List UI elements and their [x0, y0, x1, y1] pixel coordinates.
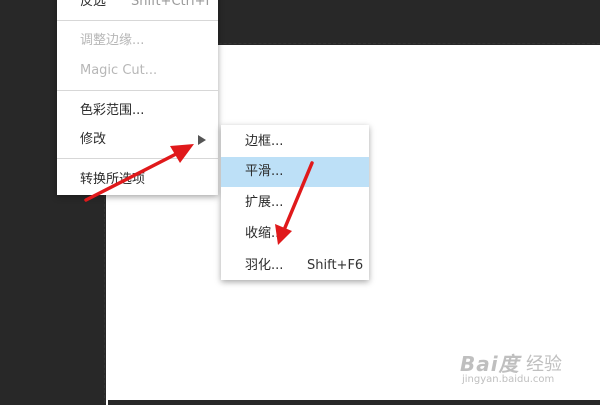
menu-item-shortcut: Shift+Ctrl+I — [131, 0, 210, 9]
watermark-suffix: 经验 — [526, 354, 562, 375]
menu-item-label: 扩展... — [245, 195, 284, 210]
menu-separator — [57, 20, 218, 21]
menu-item-label: 转换所选项 — [80, 172, 146, 187]
menu-separator — [57, 90, 218, 91]
menu-item-convert-selection[interactable]: 转换所选项 — [57, 166, 218, 194]
menu-item-label: 反选 — [80, 0, 107, 9]
select-menu: 反选 Shift+Ctrl+I 调整边缘... Magic Cut... 色彩范… — [57, 0, 218, 195]
submenu-arrow-icon — [198, 135, 206, 145]
menu-item-label: 修改 — [80, 132, 107, 147]
watermark: Bai度 经验 jingyan.baidu.com — [458, 348, 578, 388]
watermark-logo: Bai度 — [460, 352, 520, 376]
watermark-url: jingyan.baidu.com — [462, 374, 555, 385]
submenu-item-feather[interactable]: 羽化... Shift+F6 — [221, 251, 369, 281]
menu-item-inverse[interactable]: 反选 Shift+Ctrl+I — [57, 0, 218, 16]
menu-item-label: 边框... — [245, 134, 284, 149]
submenu-item-smooth[interactable]: 平滑... — [221, 157, 369, 187]
menu-item-magic-cut[interactable]: Magic Cut... — [57, 57, 218, 85]
menu-item-label: 色彩范围... — [80, 103, 145, 118]
submenu-item-contract[interactable]: 收缩... — [221, 219, 369, 249]
modify-submenu: 边框... 平滑... 扩展... 收缩... 羽化... Shift+F6 — [221, 125, 369, 280]
menu-item-label: 收缩... — [245, 226, 284, 241]
menu-separator — [57, 158, 218, 159]
menu-item-shortcut: Shift+F6 — [307, 258, 364, 273]
menu-item-label: 调整边缘... — [80, 33, 145, 48]
submenu-item-border[interactable]: 边框... — [221, 127, 369, 157]
submenu-item-expand[interactable]: 扩展... — [221, 188, 369, 218]
menu-item-refine-edge[interactable]: 调整边缘... — [57, 27, 218, 55]
menu-item-color-range[interactable]: 色彩范围... — [57, 97, 218, 125]
menu-item-label: 平滑... — [245, 164, 284, 179]
menu-item-label: 羽化... — [245, 258, 284, 273]
menu-item-label: Magic Cut... — [80, 63, 158, 78]
menu-item-modify[interactable]: 修改 — [57, 126, 218, 154]
